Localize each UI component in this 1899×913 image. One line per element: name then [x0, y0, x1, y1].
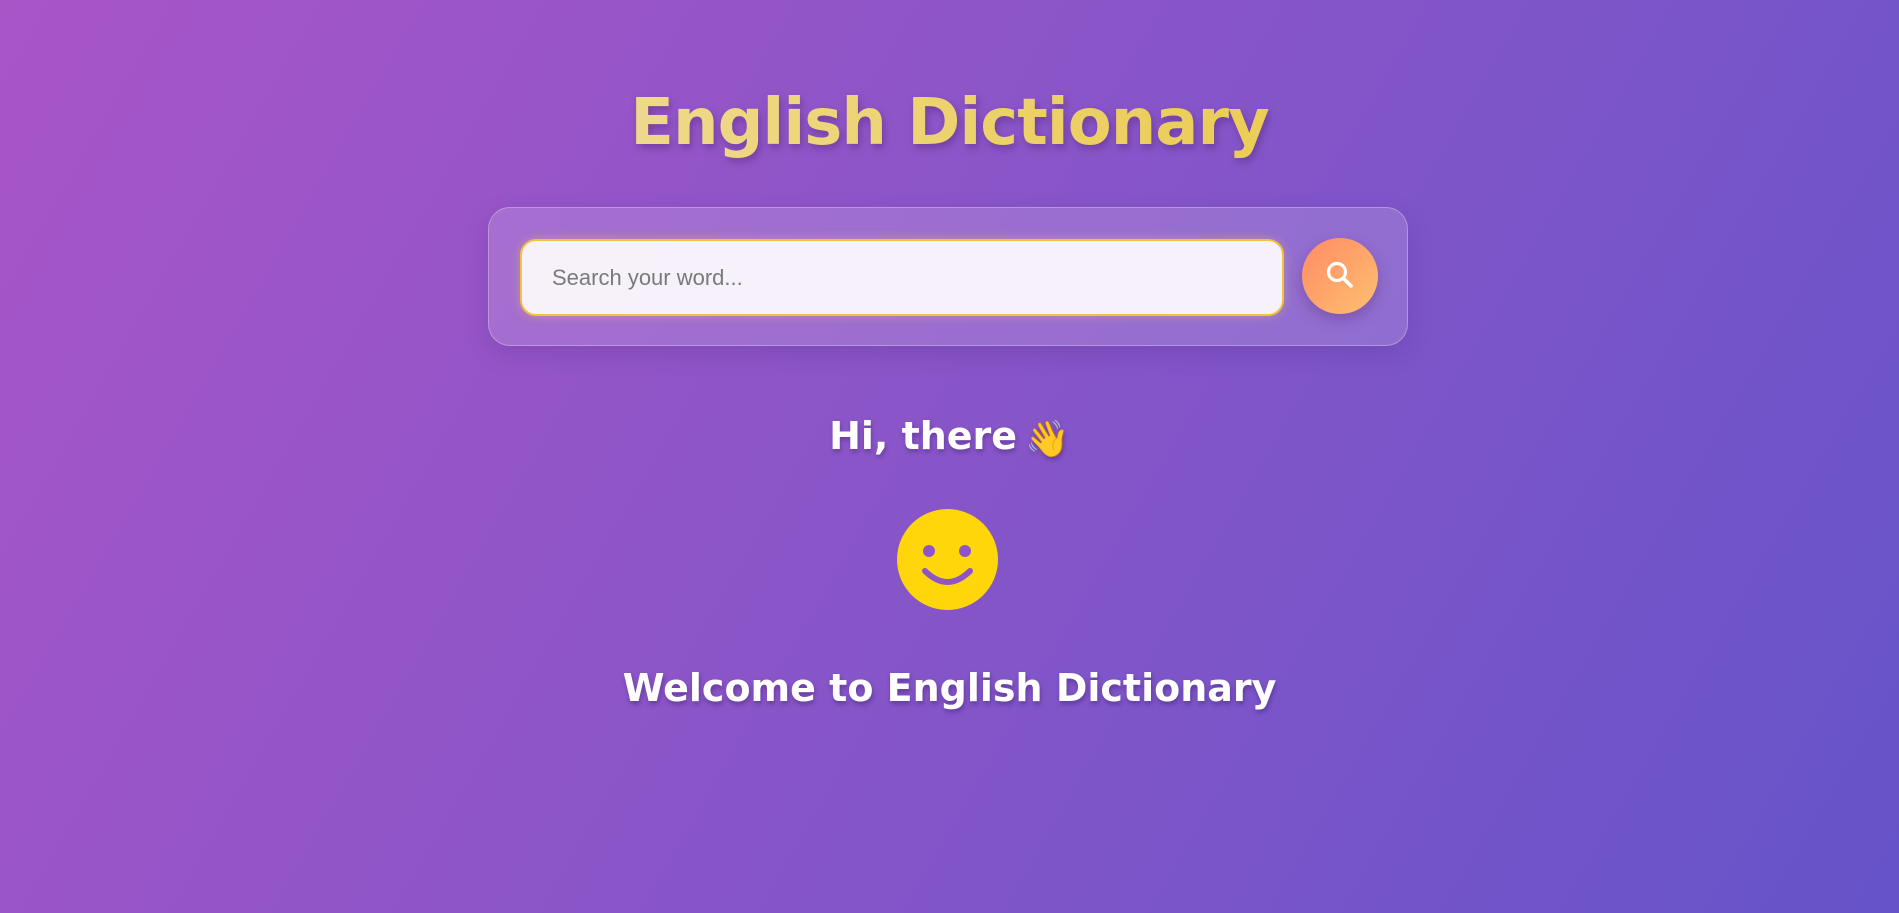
- waving-hand-icon: 👋: [1025, 419, 1070, 460]
- search-panel: [488, 207, 1408, 346]
- smiley-face-icon: [897, 509, 998, 610]
- search-button[interactable]: [1302, 238, 1378, 314]
- greeting: Hi, there 👋: [0, 410, 1899, 466]
- search-icon: [1326, 261, 1353, 288]
- search-input[interactable]: [520, 239, 1284, 316]
- welcome-message: Welcome to English Dictionary: [622, 666, 1277, 710]
- page-title: English Dictionary: [0, 82, 1899, 164]
- greeting-text: Hi, there: [829, 414, 1018, 458]
